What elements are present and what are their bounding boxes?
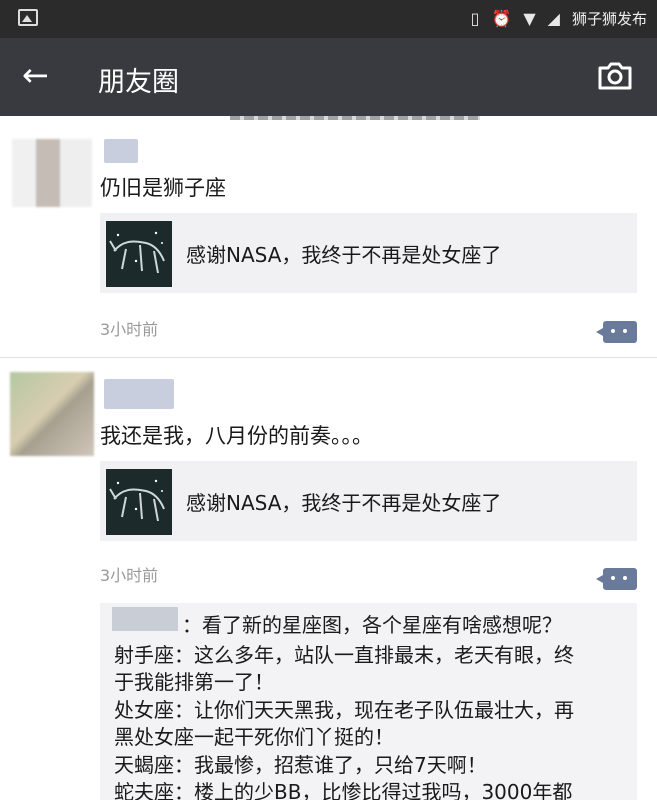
comment-line: 黑处女座一起干死你们丫挺的！ [114,725,394,749]
comment-dots-icon [611,329,615,333]
comment-line: ：看了新的星座图，各个星座有啥感想呢？ [182,613,562,637]
shared-link-card[interactable]: 感谢NASA，我终于不再是处女座了 [100,213,637,293]
username-blurred[interactable] [104,379,174,409]
vibrate-icon: ▯ [470,9,480,28]
username-blurred[interactable] [104,139,138,163]
avatar[interactable] [12,139,92,207]
avatar[interactable] [10,372,94,456]
camera-icon[interactable] [597,62,633,90]
comment-line: 蛇夫座：楼上的少BB，比惨比得过我吗，3000年都 [114,780,573,800]
constellation-thumbnail [106,469,172,535]
comment-button[interactable] [596,321,637,343]
post-text: 我还是我，八月份的前奏。。。 [100,424,373,448]
comments-section: ：看了新的星座图，各个星座有啥感想呢？ 射手座：这么多年，站队一直排最末，老天有… [100,603,637,800]
shared-link-title: 感谢NASA，我终于不再是处女座了 [186,491,502,515]
comment-line: 射手座：这么多年，站队一直排最末，老天有眼，终 [114,643,574,667]
status-icons: ▯ ⏰ ▼ ◢ 狮子狮发布 [471,8,647,29]
alarm-icon: ⏰ [491,9,512,28]
post-text: 仍旧是狮子座 [100,176,226,200]
page-title: 朋友圈 [98,67,179,98]
back-arrow-icon[interactable]: ← [22,58,49,92]
post-divider [0,357,657,358]
comment-line: 天蝎座：我最惨，招惹谁了，只给7天啊！ [114,753,487,777]
post-time: 3小时前 [100,320,159,339]
status-bar: ▯ ⏰ ▼ ◢ 狮子狮发布 [0,0,657,38]
comment-line: 处女座：让你们天天黑我，现在老子队伍最壮大，再 [114,698,574,722]
comment-line: 于我能排第一了！ [114,670,274,694]
moments-feed[interactable]: 仍旧是狮子座 感谢NASA，我终于不再是处女座了 3小时前 我还是我，八月份的前… [0,116,657,800]
previous-post-remnant [0,116,657,120]
wifi-icon: ▼ [523,9,536,28]
post-time: 3小时前 [100,566,159,585]
image-notification-icon [18,9,38,26]
shared-link-title: 感谢NASA，我终于不再是处女座了 [186,243,502,267]
signal-icon: ◢ [547,9,560,28]
comment-dots-icon [611,576,615,580]
commenter-name-blurred[interactable] [112,607,178,631]
constellation-thumbnail [106,221,172,287]
title-bar: ← 朋友圈 [0,38,657,116]
shared-link-card[interactable]: 感谢NASA，我终于不再是处女座了 [100,461,637,541]
comment-button[interactable] [596,568,637,590]
status-time: 狮子狮发布 [571,10,647,28]
